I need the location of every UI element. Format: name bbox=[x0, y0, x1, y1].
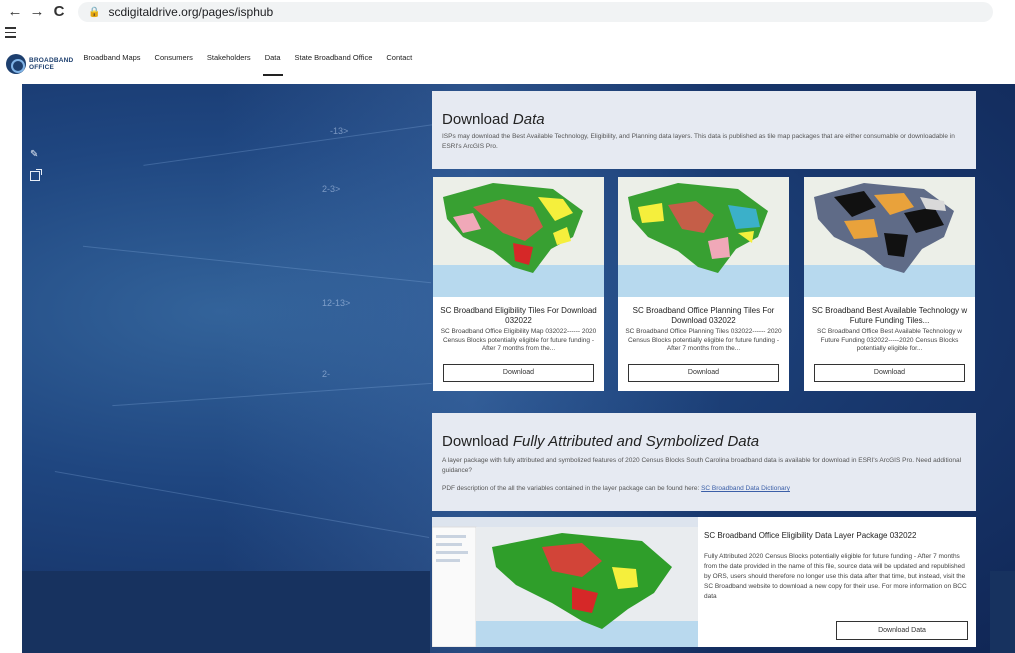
pdf-description: PDF description of the all the variables… bbox=[442, 485, 790, 492]
card-title[interactable]: SC Broadband Best Available Technology w… bbox=[810, 306, 969, 326]
hero-bottom-band bbox=[990, 571, 1015, 653]
data-dictionary-link[interactable]: SC Broadband Data Dictionary bbox=[701, 485, 790, 492]
nav-broadband-maps[interactable]: Broadband Maps bbox=[83, 44, 140, 84]
section-description: A layer package with fully attributed an… bbox=[442, 457, 962, 474]
hero-port-label: 2-3> bbox=[322, 184, 341, 194]
nav-consumers[interactable]: Consumers bbox=[155, 44, 193, 84]
download-button[interactable]: Download bbox=[443, 364, 594, 382]
hero-port-label: -13> bbox=[330, 126, 349, 136]
eligibility-map-thumbnail[interactable] bbox=[433, 177, 604, 297]
hero-bottom-band bbox=[22, 571, 430, 653]
reload-icon[interactable]: C bbox=[50, 3, 68, 21]
nav-contact[interactable]: Contact bbox=[386, 44, 412, 84]
forward-arrow-icon[interactable]: → bbox=[28, 3, 46, 21]
lock-icon: 🔒 bbox=[88, 6, 101, 18]
menu-icon[interactable] bbox=[5, 27, 17, 39]
logo-line-1: BROADBAND bbox=[29, 57, 74, 64]
logo-icon bbox=[6, 54, 26, 74]
download-button[interactable]: Download bbox=[814, 364, 965, 382]
layer-package-card: SC Broadband Office Eligibility Data Lay… bbox=[432, 517, 976, 647]
browser-toolbar: ← → C 🔒 scdigitaldrive.org/pages/isphub bbox=[0, 0, 1015, 24]
planning-map-thumbnail[interactable] bbox=[618, 177, 789, 297]
section-title: Download Fully Attributed and Symbolized… bbox=[442, 433, 760, 450]
logo-line-2: OFFICE bbox=[29, 64, 55, 71]
download-button[interactable]: Download bbox=[628, 364, 779, 382]
technology-map-thumbnail[interactable] bbox=[804, 177, 975, 297]
download-card: SC Broadband Best Available Technology w… bbox=[804, 177, 975, 391]
download-data-button[interactable]: Download Data bbox=[836, 621, 968, 640]
hero-port-label: 2- bbox=[322, 369, 331, 379]
url-text: scdigitaldrive.org/pages/isphub bbox=[108, 5, 274, 19]
package-title[interactable]: SC Broadband Office Eligibility Data Lay… bbox=[704, 531, 969, 540]
card-description: SC Broadband Office Planning Tiles 03202… bbox=[625, 328, 782, 352]
card-description: SC Broadband Office Eligibility Map 0320… bbox=[440, 328, 597, 352]
card-description: SC Broadband Office Best Available Techn… bbox=[817, 328, 962, 352]
card-title[interactable]: SC Broadband Office Planning Tiles For D… bbox=[624, 306, 783, 326]
address-bar[interactable]: 🔒 scdigitaldrive.org/pages/isphub bbox=[78, 2, 993, 22]
broadband-office-logo[interactable]: BROADBAND OFFICE bbox=[6, 54, 73, 74]
section-title: Download Data bbox=[442, 111, 545, 128]
download-data-panel: Download Data ISPs may download the Best… bbox=[432, 91, 976, 169]
package-description: Fully Attributed 2020 Census Blocks pote… bbox=[704, 553, 967, 600]
card-title[interactable]: SC Broadband Eligibility Tiles For Downl… bbox=[439, 306, 598, 326]
nav-stakeholders[interactable]: Stakeholders bbox=[207, 44, 251, 84]
section-description: ISPs may download the Best Available Tec… bbox=[442, 133, 955, 150]
hero-port-label: 12-13> bbox=[322, 298, 351, 308]
share-icon[interactable] bbox=[30, 169, 42, 181]
back-arrow-icon[interactable]: ← bbox=[6, 3, 24, 21]
download-card: SC Broadband Eligibility Tiles For Downl… bbox=[433, 177, 604, 391]
nav-state-broadband-office[interactable]: State Broadband Office bbox=[295, 44, 373, 84]
site-navigation: BROADBAND OFFICE Broadband Maps Consumer… bbox=[0, 44, 1015, 84]
pencil-icon[interactable]: ✎ bbox=[30, 150, 40, 160]
nav-data[interactable]: Data bbox=[262, 44, 283, 84]
fully-attributed-panel: Download Fully Attributed and Symbolized… bbox=[432, 413, 976, 511]
download-card: SC Broadband Office Planning Tiles For D… bbox=[618, 177, 789, 391]
layer-package-thumbnail[interactable] bbox=[432, 517, 698, 647]
